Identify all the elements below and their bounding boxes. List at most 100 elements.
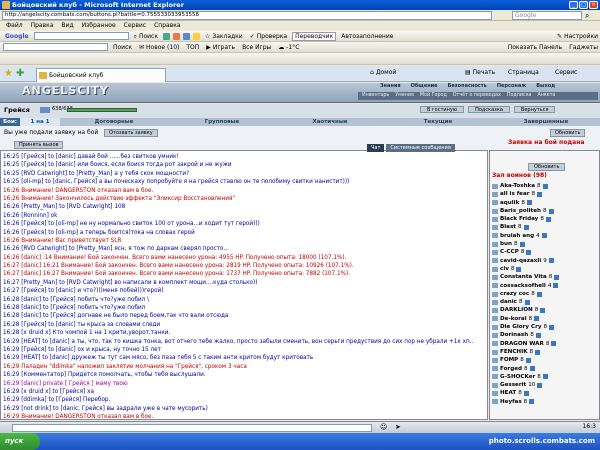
- user-info-icon[interactable]: [492, 374, 498, 380]
- lounge-button[interactable]: В гостиную: [420, 106, 465, 113]
- user-row[interactable]: De-koral 8: [492, 315, 596, 323]
- smiley-icon[interactable]: ☺: [380, 424, 387, 431]
- user-info-icon[interactable]: [492, 241, 498, 247]
- chat-message[interactable]: 16:29 [HEAT] to [danic] а ты, что, так т…: [3, 338, 483, 346]
- minimize-button[interactable]: _: [569, 1, 578, 9]
- google-search-input[interactable]: [33, 32, 129, 40]
- live-search-input[interactable]: Google: [512, 11, 582, 20]
- menu-view[interactable]: Вид: [61, 21, 73, 30]
- user-info-icon[interactable]: [492, 399, 498, 405]
- user-info-icon[interactable]: [492, 183, 498, 189]
- print-button[interactable]: ▤ Печать: [465, 70, 495, 76]
- info-icon[interactable]: [40, 107, 50, 113]
- user-info-icon[interactable]: [492, 308, 498, 314]
- user-row[interactable]: C-CCP 8: [492, 248, 596, 256]
- maximize-button[interactable]: □: [579, 1, 588, 9]
- user-row[interactable]: cavid-qazaxli 9: [492, 257, 596, 265]
- user-info-icon[interactable]: [492, 200, 498, 206]
- top-button[interactable]: ТОП: [184, 43, 201, 52]
- user-row[interactable]: Blast 8: [492, 223, 596, 231]
- search-icon[interactable]: ⌕: [585, 10, 589, 21]
- user-row[interactable]: Heyfas 8: [492, 398, 596, 406]
- chat-message[interactable]: 16:28 [Грейся] to [danic] ты крыса за сл…: [3, 321, 483, 329]
- user-row[interactable]: Black Friday 8: [492, 215, 596, 223]
- chat-message[interactable]: 16:29 [ddimka] to [Грейся] Перебор.: [3, 396, 483, 404]
- user-row[interactable]: DRAGON WAR 8: [492, 340, 596, 348]
- menu-file[interactable]: Файл: [6, 21, 23, 30]
- user-row[interactable]: bruiah ang 4: [492, 232, 596, 240]
- user-row[interactable]: FOMP 8: [492, 356, 596, 364]
- tab-system-messages[interactable]: Системные сообщения: [386, 144, 455, 152]
- user-row[interactable]: all is fear 8: [492, 190, 596, 198]
- menu-edit[interactable]: Правка: [31, 21, 54, 30]
- user-info-icon[interactable]: [492, 324, 498, 330]
- tab-finished[interactable]: Завершенные: [492, 118, 600, 126]
- refresh-request-button[interactable]: Обновить: [550, 129, 586, 137]
- chat-message[interactable]: 16:26 [Грейся] to [oli-mp] не ну нормаль…: [3, 220, 483, 228]
- user-info-icon[interactable]: [492, 382, 498, 388]
- user-row[interactable]: aqulik 8: [492, 199, 596, 207]
- hint-button[interactable]: Подсказка: [468, 106, 510, 113]
- page-menu-button[interactable]: Страница: [508, 70, 539, 76]
- nav-my-city[interactable]: Мой Город: [420, 92, 447, 100]
- user-row[interactable]: Aka-Toshka 8: [492, 182, 596, 190]
- chat-message[interactable]: 16:27 [Pretty_Man] to [RVD Catwright] во…: [3, 279, 483, 287]
- nav-knowledge[interactable]: Знания: [380, 84, 401, 89]
- chat-message[interactable]: 16:28 [danic] to [Грейся] побить что?уже…: [3, 304, 483, 312]
- chat-message[interactable]: 16:29 [HEAT] to [danic] дружеж ты тут са…: [3, 354, 483, 362]
- tab-group[interactable]: Групповые: [168, 118, 276, 126]
- user-row[interactable]: Dorinash 8: [492, 331, 596, 339]
- play-button[interactable]: ▶ Играть: [204, 43, 237, 52]
- url-field[interactable]: http://angelscity.combats.com/buttons.pl…: [2, 11, 492, 20]
- tab-arranged[interactable]: Договорные: [60, 118, 168, 126]
- nav-exit[interactable]: Выход: [536, 84, 555, 89]
- return-button[interactable]: Вернуться: [513, 106, 556, 113]
- chat-message[interactable]: 16:29 [Грейся] to [danic] ох и крыса, ну…: [3, 346, 483, 354]
- chat-message[interactable]: 16:27 [Грейся] to [danic] и что?)))меня …: [3, 287, 483, 295]
- gadgets-button[interactable]: Гаджеты: [567, 43, 600, 52]
- chat-message[interactable]: 16:28 [danic] to [Грейся] догнаве не был…: [3, 312, 483, 320]
- cancel-request-button[interactable]: Отозвать заявку: [104, 129, 158, 137]
- nav-character[interactable]: Персонаж: [497, 84, 526, 89]
- nav-communication[interactable]: Общение: [411, 84, 438, 89]
- chat-message[interactable]: 16:28 [danic] to [Грейся] побить что?уже…: [3, 296, 483, 304]
- user-row[interactable]: FENCHIK 8: [492, 348, 596, 356]
- user-row[interactable]: Gesserit 10: [492, 381, 596, 389]
- chat-message[interactable]: 16:25 [oli-mp] to [danic, Грейся] а вы п…: [3, 178, 483, 186]
- chat-message[interactable]: 16:25 [Грейся] to [danic] или боися, есл…: [3, 161, 483, 169]
- start-button[interactable]: пуск: [0, 433, 40, 450]
- all-games-button[interactable]: Все Игры: [240, 43, 273, 52]
- user-info-icon[interactable]: [492, 250, 498, 256]
- nav-profile[interactable]: Анкета: [537, 92, 555, 100]
- user-info-icon[interactable]: [492, 332, 498, 338]
- user-info-icon[interactable]: [492, 349, 498, 355]
- user-info-icon[interactable]: [492, 225, 498, 231]
- nav-transfer-report[interactable]: Отчёт о переводах: [453, 92, 501, 100]
- user-row[interactable]: cossacksofhell 4: [492, 282, 596, 290]
- chat-input[interactable]: [12, 424, 372, 432]
- user-info-icon[interactable]: [492, 266, 498, 272]
- chat-message[interactable]: 16:26 [RVD Catwright] to [Pretty_Man] яс…: [3, 245, 483, 253]
- chat-message[interactable]: 16:27 [danic] 16:27 Внимание! Бой законч…: [3, 270, 483, 278]
- user-info-icon[interactable]: [492, 316, 498, 322]
- user-row[interactable]: G-SHOCKer 8: [492, 373, 596, 381]
- users-refresh-button[interactable]: Обновить: [528, 163, 566, 171]
- user-row[interactable]: Die Glory Cry 8: [492, 323, 596, 331]
- user-info-icon[interactable]: [492, 208, 498, 214]
- tab-fight-club[interactable]: Бойцовский клуб: [36, 68, 166, 82]
- close-button[interactable]: ×: [589, 1, 598, 9]
- chat-message[interactable]: 16:26 [Ronninn] ok: [3, 212, 483, 220]
- user-row[interactable]: Baris_politeh 8: [492, 207, 596, 215]
- settings-button[interactable]: ✎ Настройки: [555, 32, 600, 41]
- chat-message[interactable]: 16:26 [Грейся] to [oli-mp] а теперь боит…: [3, 229, 483, 237]
- menu-help[interactable]: Справка: [154, 21, 180, 30]
- chat-message[interactable]: 16:27 [danic] 16:21 Внимание! Бой законч…: [3, 262, 483, 270]
- send-icon[interactable]: ➤: [395, 424, 401, 431]
- user-info-icon[interactable]: [492, 366, 498, 372]
- autofill-button[interactable]: Автозаполнение: [339, 32, 395, 41]
- user-row[interactable]: Forged 8: [492, 365, 596, 373]
- add-favorite-icon[interactable]: ✚: [16, 69, 24, 79]
- show-panel-button[interactable]: Показать Панель: [506, 43, 564, 52]
- user-info-icon[interactable]: [492, 216, 498, 222]
- chat-message[interactable]: 16:26 Внимание! DANGERSTON отказал вам в…: [3, 187, 483, 195]
